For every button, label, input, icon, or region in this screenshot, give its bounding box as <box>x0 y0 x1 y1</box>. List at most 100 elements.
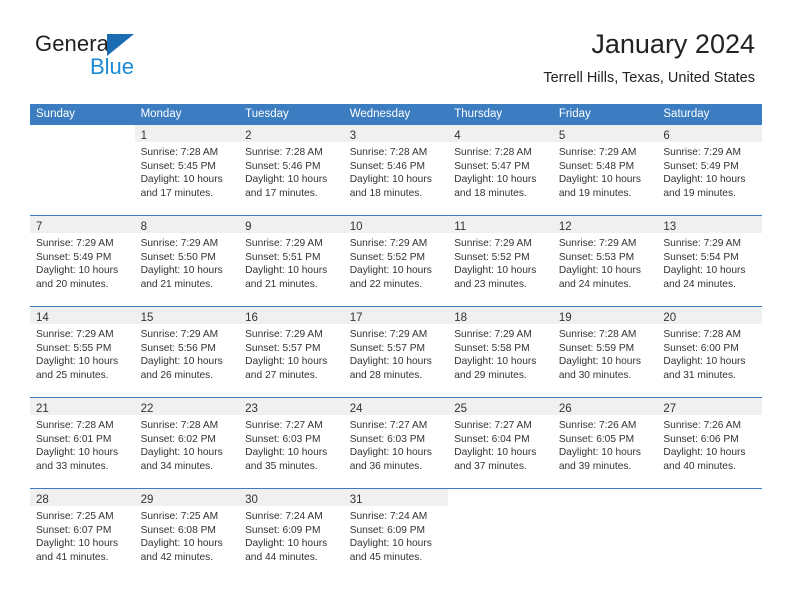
calendar-day-cell[interactable]: 4 Sunrise: 7:28 AM Sunset: 5:47 PM Daylight… <box>448 125 553 216</box>
daylight-text-line1: Daylight: 10 hours <box>36 265 119 277</box>
calendar-day-cell[interactable]: 20 Sunrise: 7:28 AM Sunset: 6:00 PM Dayligh… <box>657 306 762 398</box>
calendar-day-cell[interactable]: 24 Sunrise: 7:27 AM Sunset: 6:03 PM Dayligh… <box>343 397 449 489</box>
day-number-bar: 2 <box>239 125 344 142</box>
calendar-day-cell[interactable]: 1 Sunrise: 7:28 AM Sunset: 5:45 PM Daylight… <box>134 125 240 216</box>
calendar-day-cell[interactable]: 26 Sunrise: 7:26 AM Sunset: 6:05 PM Dayligh… <box>552 397 658 489</box>
day-number: 4 <box>454 130 461 142</box>
daylight-text-line1: Daylight: 10 hours <box>558 356 641 368</box>
calendar-day-cell[interactable]: 15 Sunrise: 7:29 AM Sunset: 5:56 PM Dayligh… <box>134 306 240 398</box>
calendar-day-cell[interactable]: 18 Sunrise: 7:29 AM Sunset: 5:58 PM Dayligh… <box>448 306 553 398</box>
sunrise-text: Sunrise: 7:28 AM <box>454 147 532 158</box>
day-cell-body: Sunrise: 7:29 AM Sunset: 5:55 PM Daylight:… <box>30 324 135 382</box>
sunset-text: Sunset: 6:04 PM <box>454 433 530 445</box>
calendar-day-cell[interactable]: 3 Sunrise: 7:28 AM Sunset: 5:46 PM Daylight… <box>343 125 449 216</box>
calendar-day-cell[interactable]: 25 Sunrise: 7:27 AM Sunset: 6:04 PM Dayligh… <box>448 397 553 489</box>
weekday-header-wednesday: Wednesday <box>343 104 449 125</box>
daylight-text-line1: Daylight: 10 hours <box>663 356 746 368</box>
day-cell-body <box>30 142 135 146</box>
day-number: 11 <box>454 221 467 233</box>
calendar-day-cell[interactable]: 8 Sunrise: 7:29 AM Sunset: 5:50 PM Daylight… <box>134 215 240 307</box>
page-header: General Blue January 2024 Terrell Hills,… <box>0 0 792 100</box>
day-number: 7 <box>36 221 43 233</box>
daylight-text-line2: and 29 minutes. <box>454 369 527 381</box>
calendar-day-cell[interactable]: 29 Sunrise: 7:25 AM Sunset: 6:08 PM Dayligh… <box>134 488 240 579</box>
day-cell-body <box>448 506 553 510</box>
day-number: 27 <box>663 403 677 415</box>
brand-logo[interactable]: General Blue <box>35 32 255 80</box>
day-number-bar: 4 <box>448 125 553 142</box>
calendar-day-cell[interactable]: 16 Sunrise: 7:29 AM Sunset: 5:57 PM Dayligh… <box>239 306 344 398</box>
day-cell-body: Sunrise: 7:28 AM Sunset: 6:02 PM Daylight:… <box>135 415 240 473</box>
day-number-bar <box>657 489 762 506</box>
calendar-day-cell[interactable]: 11 Sunrise: 7:29 AM Sunset: 5:52 PM Dayligh… <box>448 215 553 307</box>
sunrise-text: Sunrise: 7:28 AM <box>349 147 428 158</box>
calendar-day-cell[interactable]: 23 Sunrise: 7:27 AM Sunset: 6:03 PM Dayligh… <box>239 397 344 489</box>
day-number-bar: 29 <box>134 489 240 506</box>
day-number: 6 <box>663 130 670 142</box>
day-number-bar: 12 <box>552 216 658 233</box>
calendar-day-cell[interactable]: 2 Sunrise: 7:28 AM Sunset: 5:46 PM Daylight… <box>239 125 344 216</box>
calendar-day-cell[interactable]: 17 Sunrise: 7:29 AM Sunset: 5:57 PM Dayligh… <box>343 306 449 398</box>
day-cell-body: Sunrise: 7:25 AM Sunset: 6:08 PM Daylight:… <box>135 506 240 564</box>
weekday-header-monday: Monday <box>134 104 240 125</box>
sunset-text: Sunset: 5:46 PM <box>349 160 426 172</box>
calendar-day-cell[interactable]: 21 Sunrise: 7:28 AM Sunset: 6:01 PM Dayligh… <box>30 397 135 489</box>
daylight-text-line1: Daylight: 10 hours <box>349 174 432 186</box>
day-number-bar: 25 <box>448 398 553 415</box>
calendar-day-cell[interactable]: 7 Sunrise: 7:29 AM Sunset: 5:49 PM Daylight… <box>30 215 135 307</box>
day-cell-body <box>657 506 762 510</box>
day-number-bar: 23 <box>239 398 344 415</box>
day-number-bar: 22 <box>134 398 240 415</box>
daylight-text-line1: Daylight: 10 hours <box>558 174 641 186</box>
sunrise-text: Sunrise: 7:25 AM <box>140 511 219 522</box>
daylight-text-line2: and 44 minutes. <box>245 551 318 563</box>
calendar-page: General Blue January 2024 Terrell Hills,… <box>0 0 792 612</box>
weekday-header-saturday: Saturday <box>657 104 762 125</box>
sunset-text: Sunset: 6:05 PM <box>558 433 635 445</box>
calendar-day-cell[interactable]: 9 Sunrise: 7:29 AM Sunset: 5:51 PM Daylight… <box>239 215 344 307</box>
sunrise-text: Sunrise: 7:28 AM <box>140 420 219 431</box>
calendar-day-cell[interactable]: 19 Sunrise: 7:28 AM Sunset: 5:59 PM Dayligh… <box>552 306 658 398</box>
daylight-text-line2: and 26 minutes. <box>140 369 214 381</box>
sunset-text: Sunset: 5:56 PM <box>140 342 216 354</box>
day-number: 23 <box>245 403 258 415</box>
calendar-day-cell[interactable]: 31 Sunrise: 7:24 AM Sunset: 6:09 PM Dayligh… <box>343 488 449 579</box>
day-number-bar: 13 <box>657 216 762 233</box>
calendar-day-cell[interactable]: 27 Sunrise: 7:26 AM Sunset: 6:06 PM Dayligh… <box>657 397 762 489</box>
calendar-day-cell[interactable]: 22 Sunrise: 7:28 AM Sunset: 6:02 PM Dayligh… <box>134 397 240 489</box>
calendar-day-cell[interactable]: 28 Sunrise: 7:25 AM Sunset: 6:07 PM Dayligh… <box>30 488 135 579</box>
weekday-header-thursday: Thursday <box>448 104 553 125</box>
calendar-week-row: 21 Sunrise: 7:28 AM Sunset: 6:01 PM Dayligh… <box>30 397 762 489</box>
sunset-text: Sunset: 6:07 PM <box>36 524 112 536</box>
daylight-text-line2: and 21 minutes. <box>245 278 318 290</box>
day-number-bar: 27 <box>657 398 762 415</box>
daylight-text-line2: and 40 minutes. <box>663 460 736 472</box>
day-number-bar: 17 <box>343 307 449 324</box>
day-cell-body: Sunrise: 7:28 AM Sunset: 6:01 PM Daylight:… <box>30 415 135 473</box>
daylight-text-line1: Daylight: 10 hours <box>140 538 223 550</box>
calendar-day-cell[interactable]: 5 Sunrise: 7:29 AM Sunset: 5:48 PM Daylight… <box>552 125 658 216</box>
day-number: 8 <box>140 221 147 233</box>
calendar-day-cell[interactable]: 30 Sunrise: 7:24 AM Sunset: 6:09 PM Dayligh… <box>239 488 344 579</box>
daylight-text-line2: and 25 minutes. <box>36 369 109 381</box>
daylight-text-line2: and 24 minutes. <box>663 278 736 290</box>
daylight-text-line2: and 31 minutes. <box>663 369 736 381</box>
calendar-day-cell[interactable]: 6 Sunrise: 7:29 AM Sunset: 5:49 PM Daylight… <box>657 125 762 216</box>
day-number: 5 <box>558 130 566 142</box>
sunset-text: Sunset: 6:08 PM <box>140 524 216 536</box>
daylight-text-line1: Daylight: 10 hours <box>36 538 119 550</box>
day-cell-body: Sunrise: 7:26 AM Sunset: 6:06 PM Daylight:… <box>657 415 762 473</box>
sunrise-text: Sunrise: 7:28 AM <box>558 329 637 340</box>
day-number-bar: 21 <box>30 398 135 415</box>
calendar-day-cell[interactable]: 12 Sunrise: 7:29 AM Sunset: 5:53 PM Dayligh… <box>552 215 658 307</box>
day-number: 10 <box>349 221 363 233</box>
sunrise-text: Sunrise: 7:29 AM <box>454 329 532 340</box>
calendar-day-cell[interactable]: 14 Sunrise: 7:29 AM Sunset: 5:55 PM Dayligh… <box>30 306 135 398</box>
weekday-header-friday: Friday <box>552 104 658 125</box>
calendar-day-cell[interactable]: 10 Sunrise: 7:29 AM Sunset: 5:52 PM Dayligh… <box>343 215 449 307</box>
day-number-bar: 10 <box>343 216 449 233</box>
calendar-week-row: 7 Sunrise: 7:29 AM Sunset: 5:49 PM Daylight… <box>30 215 762 307</box>
day-number-bar: 9 <box>239 216 344 233</box>
day-cell-body: Sunrise: 7:29 AM Sunset: 5:54 PM Daylight:… <box>657 233 762 291</box>
calendar-day-cell[interactable]: 13 Sunrise: 7:29 AM Sunset: 5:54 PM Dayligh… <box>657 215 762 307</box>
